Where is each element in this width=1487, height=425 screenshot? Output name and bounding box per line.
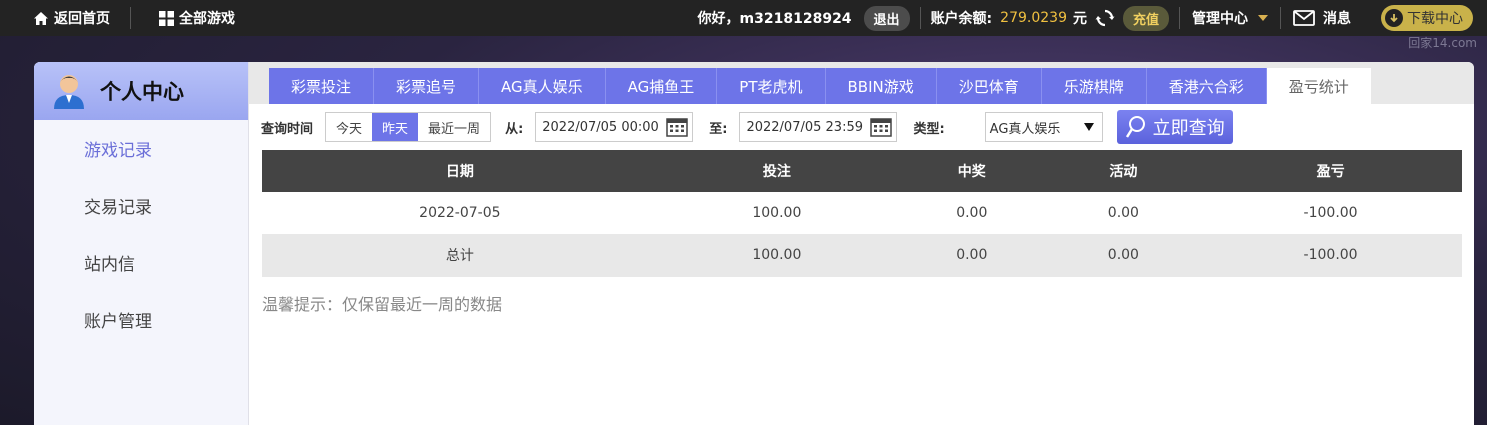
range-week-button[interactable]: 最近一周 [418, 113, 490, 141]
balance-label: 账户余额: [930, 11, 993, 27]
calendar-icon[interactable] [666, 117, 689, 137]
tab-bbin[interactable]: BBIN游戏 [825, 68, 937, 104]
cell-activity: 0.00 [1047, 192, 1200, 235]
all-games-link[interactable]: 全部游戏 [131, 8, 255, 28]
filter-bar: 查询时间 今天 昨天 最近一周 从: 2022/07/05 00:00 至: 2… [249, 104, 1474, 150]
download-icon [1385, 9, 1403, 27]
total-profit: -100.00 [1199, 234, 1462, 277]
sidebar-item-game-records[interactable]: 游戏记录 [34, 120, 248, 177]
manage-center-label: 管理中心 [1192, 11, 1248, 27]
to-date-value: 2022/07/05 23:59 [746, 119, 863, 135]
home-link[interactable]: 返回首页 [0, 8, 130, 28]
balance-value: 279.0239 [1000, 10, 1067, 26]
sidebar-item-transactions[interactable]: 交易记录 [34, 177, 248, 234]
home-icon [34, 11, 48, 25]
tab-hk-mark-six[interactable]: 香港六合彩 [1146, 68, 1267, 104]
sidebar-item-inbox[interactable]: 站内信 [34, 234, 248, 291]
watermark: 回家14.com [1408, 36, 1477, 50]
cell-win: 0.00 [896, 192, 1048, 235]
all-games-label: 全部游戏 [179, 11, 235, 27]
cell-profit: -100.00 [1199, 192, 1462, 235]
search-button[interactable]: 立即查询 [1116, 110, 1233, 144]
main-panel: 个人中心 游戏记录 交易记录 站内信 账户管理 彩票投注 彩票追号 AG真人娱乐… [34, 62, 1474, 425]
tab-saba-sports[interactable]: 沙巴体育 [936, 68, 1042, 104]
tab-ag-live[interactable]: AG真人娱乐 [479, 68, 606, 104]
total-activity: 0.00 [1047, 234, 1200, 277]
dropdown-arrow-icon [1083, 123, 1094, 131]
magnifier-icon [1125, 116, 1145, 138]
range-yesterday-button[interactable]: 昨天 [372, 113, 419, 141]
chevron-down-icon [1258, 15, 1268, 21]
to-label: 至: [709, 121, 728, 137]
greeting-text: 你好，m3218128924 [697, 11, 852, 27]
balance-unit: 元 [1072, 11, 1087, 27]
profit-table: 日期 投注 中奖 活动 盈亏 2022-07-05 100.00 0.00 0.… [262, 150, 1462, 277]
tab-profit-stats[interactable]: 盈亏统计 [1266, 68, 1371, 104]
download-center-button[interactable]: 下载中心 [1381, 5, 1473, 31]
manage-center-menu[interactable]: 管理中心 [1180, 8, 1280, 28]
sidebar-header: 个人中心 [34, 62, 248, 120]
type-label: 类型: [913, 121, 945, 137]
top-bar: 返回首页 全部游戏 你好，m3218128924 退出 账户余额: 279.02… [0, 0, 1487, 36]
tab-pt-slots[interactable]: PT老虎机 [717, 68, 826, 104]
download-center-label: 下载中心 [1407, 11, 1463, 27]
header-activity: 活动 [1047, 150, 1200, 192]
tab-ag-fishing[interactable]: AG捕鱼王 [605, 68, 718, 104]
game-type-value: AG真人娱乐 [989, 121, 1061, 137]
table-row: 2022-07-05 100.00 0.00 0.00 -100.00 [262, 192, 1462, 235]
tab-lottery-chase[interactable]: 彩票追号 [374, 68, 480, 104]
calendar-icon[interactable] [870, 117, 893, 137]
from-label: 从: [505, 121, 524, 137]
logout-button[interactable]: 退出 [863, 5, 910, 31]
from-date-input[interactable]: 2022/07/05 00:00 [535, 112, 694, 142]
mail-icon [1293, 10, 1315, 26]
header-bet: 投注 [657, 150, 896, 192]
refresh-icon[interactable] [1095, 8, 1115, 28]
query-time-label: 查询时间 [261, 121, 314, 137]
to-date-input[interactable]: 2022/07/05 23:59 [739, 112, 898, 142]
tab-bar: 彩票投注 彩票追号 AG真人娱乐 AG捕鱼王 PT老虎机 BBIN游戏 沙巴体育… [249, 62, 1474, 104]
recharge-button[interactable]: 充值 [1122, 5, 1169, 31]
messages-link[interactable]: 消息 [1281, 8, 1381, 28]
game-type-select[interactable]: AG真人娱乐 [984, 112, 1103, 142]
table-header-row: 日期 投注 中奖 活动 盈亏 [262, 150, 1462, 192]
tab-lottery-bets[interactable]: 彩票投注 [269, 68, 375, 104]
total-bet: 100.00 [657, 234, 896, 277]
total-win: 0.00 [896, 234, 1048, 277]
tab-leyou-chess[interactable]: 乐游棋牌 [1041, 68, 1147, 104]
sidebar-item-account[interactable]: 账户管理 [34, 291, 248, 348]
cell-bet: 100.00 [657, 192, 896, 235]
data-retention-tip: 温馨提示：仅保留最近一周的数据 [262, 294, 503, 314]
sidebar: 个人中心 游戏记录 交易记录 站内信 账户管理 [34, 62, 249, 425]
table-total-row: 总计 100.00 0.00 0.00 -100.00 [262, 234, 1462, 277]
range-selector: 今天 昨天 最近一周 [325, 112, 492, 142]
user-avatar-icon [54, 75, 84, 109]
header-win: 中奖 [896, 150, 1048, 192]
header-date: 日期 [262, 150, 658, 192]
grid-icon [159, 10, 174, 26]
total-label: 总计 [262, 234, 658, 277]
messages-label: 消息 [1323, 11, 1351, 27]
search-button-label: 立即查询 [1152, 118, 1225, 139]
header-profit: 盈亏 [1199, 150, 1462, 192]
cell-date: 2022-07-05 [262, 192, 658, 235]
range-today-button[interactable]: 今天 [326, 113, 372, 141]
content-area: 彩票投注 彩票追号 AG真人娱乐 AG捕鱼王 PT老虎机 BBIN游戏 沙巴体育… [249, 62, 1474, 425]
home-label: 返回首页 [54, 11, 110, 27]
sidebar-title: 个人中心 [100, 80, 184, 104]
from-date-value: 2022/07/05 00:00 [542, 119, 659, 135]
divider [919, 7, 921, 29]
